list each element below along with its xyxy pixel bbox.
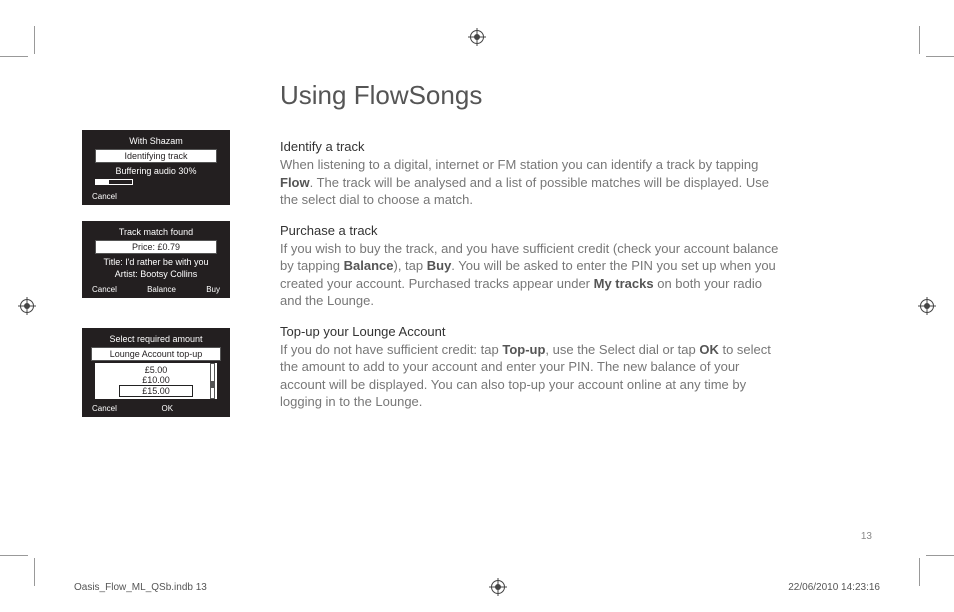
main-content: Using FlowSongs Identify a track When li… xyxy=(280,80,780,411)
section-heading-identify: Identify a track xyxy=(280,139,780,154)
cancel-button[interactable]: Cancel xyxy=(92,285,117,294)
balance-button[interactable]: Balance xyxy=(147,285,176,294)
crop-mark xyxy=(0,555,28,556)
amount-list[interactable]: £5.00 £10.00 £15.00 xyxy=(95,363,217,399)
footer-date: 22/06/2010 14:23:16 xyxy=(788,582,880,593)
page-number: 13 xyxy=(861,531,872,542)
crop-mark xyxy=(919,558,920,586)
section-heading-purchase: Purchase a track xyxy=(280,223,780,238)
footer-file: Oasis_Flow_ML_QSb.indb 13 xyxy=(74,582,207,593)
progress-bar xyxy=(95,179,133,185)
track-title: Title: I'd rather be with you xyxy=(89,256,223,268)
cancel-button[interactable]: Cancel xyxy=(92,192,117,201)
screen-topup: Select required amount Lounge Account to… xyxy=(82,328,230,417)
section-heading-topup: Top-up your Lounge Account xyxy=(280,324,780,339)
registration-mark-icon xyxy=(489,578,507,596)
crop-mark xyxy=(926,555,954,556)
registration-mark-icon xyxy=(918,297,936,315)
device-screenshots: With Shazam Identifying track Buffering … xyxy=(82,130,230,433)
footer: Oasis_Flow_ML_QSb.indb 13 22/06/2010 14:… xyxy=(74,578,880,596)
screen-match: Track match found Price: £0.79 Title: I'… xyxy=(82,221,230,298)
crop-mark xyxy=(34,26,35,54)
amount-option-selected[interactable]: £15.00 xyxy=(119,385,193,397)
screen-status-box: Identifying track xyxy=(95,149,217,163)
screen-header: Select required amount xyxy=(89,333,223,345)
screen-identify: With Shazam Identifying track Buffering … xyxy=(82,130,230,205)
registration-mark-icon xyxy=(468,28,486,46)
scrollbar[interactable] xyxy=(210,363,215,399)
cancel-button[interactable]: Cancel xyxy=(92,404,117,413)
track-artist: Artist: Bootsy Collins xyxy=(89,268,223,280)
crop-mark xyxy=(926,56,954,57)
crop-mark xyxy=(34,558,35,586)
amount-option[interactable]: £10.00 xyxy=(95,375,217,385)
section-body-topup: If you do not have sufficient credit: ta… xyxy=(280,341,780,411)
amount-option[interactable]: £5.00 xyxy=(95,365,217,375)
registration-mark-icon xyxy=(18,297,36,315)
screen-header: Track match found xyxy=(89,226,223,238)
buy-button[interactable]: Buy xyxy=(206,285,220,294)
screen-topup-box: Lounge Account top-up xyxy=(91,347,221,361)
section-body-identify: When listening to a digital, internet or… xyxy=(280,156,780,209)
page-title: Using FlowSongs xyxy=(280,80,780,111)
screen-header: With Shazam xyxy=(89,135,223,147)
ok-button[interactable]: OK xyxy=(162,404,174,413)
section-body-purchase: If you wish to buy the track, and you ha… xyxy=(280,240,780,310)
crop-mark xyxy=(0,56,28,57)
screen-price-box: Price: £0.79 xyxy=(95,240,217,254)
crop-mark xyxy=(919,26,920,54)
screen-status-text: Buffering audio 30% xyxy=(89,165,223,177)
